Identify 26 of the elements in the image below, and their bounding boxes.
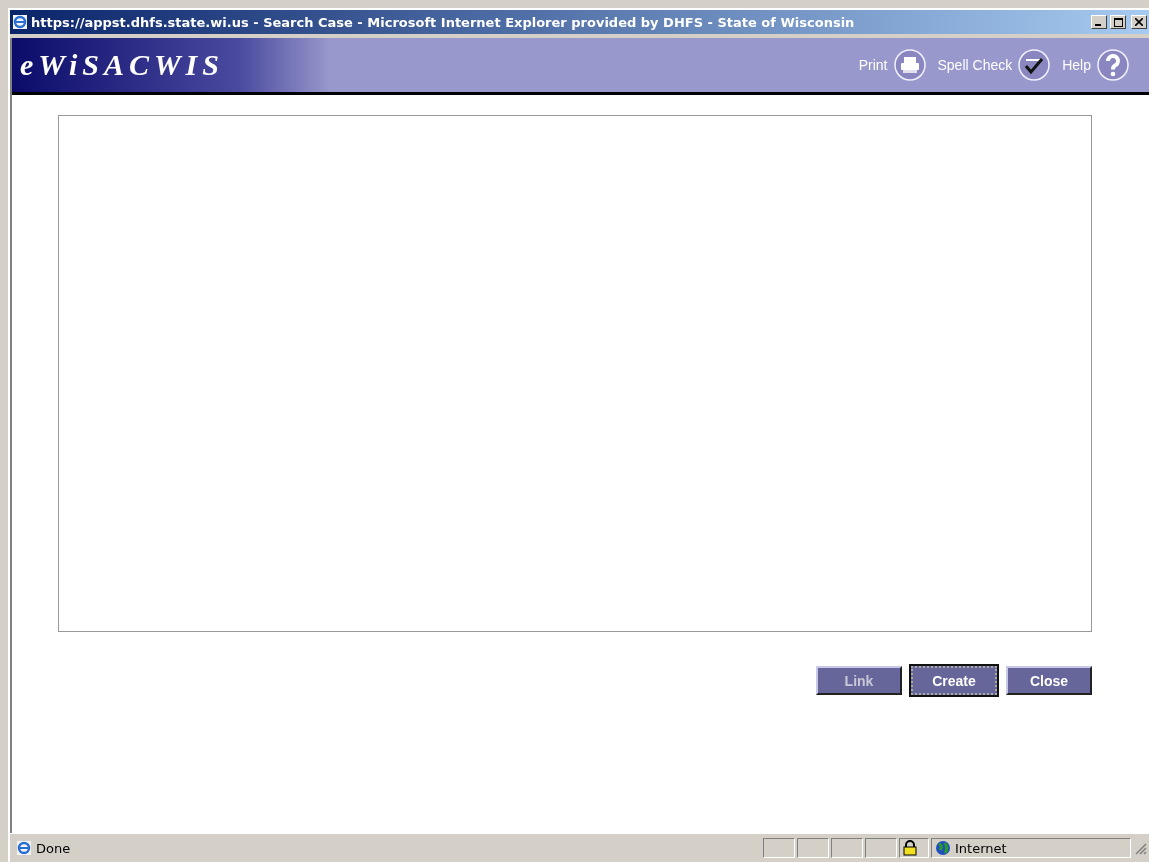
maximize-icon [1113, 17, 1123, 27]
status-pane [797, 838, 829, 858]
globe-icon [935, 840, 951, 856]
status-pane [831, 838, 863, 858]
spell-check-icon[interactable] [1018, 49, 1051, 81]
resize-grip-icon [1133, 841, 1147, 855]
maximize-button[interactable] [1110, 15, 1126, 29]
status-text: Done [36, 840, 71, 856]
help-icon[interactable] [1097, 49, 1129, 81]
status-pane [763, 838, 795, 858]
minimize-button[interactable] [1091, 15, 1107, 29]
action-button[interactable]: Create [911, 666, 997, 695]
security-zone: Internet [955, 840, 1007, 856]
lock-icon [903, 840, 917, 856]
toolbar-link[interactable]: Spell Check [937, 57, 1013, 73]
close-window-button[interactable] [1131, 15, 1147, 29]
window-title: https://appst.dhfs.state.wi.us - Search Case - Microsoft Internet Explorer provided by DHFS - State of Wisconsin [31, 14, 856, 30]
printer-icon[interactable] [893, 49, 926, 81]
close-icon [1135, 18, 1143, 26]
app-logo: eWiSACWIS [20, 48, 224, 82]
toolbar-link[interactable]: Help [1062, 57, 1091, 73]
page-icon [16, 840, 32, 856]
action-button[interactable]: Close [1006, 666, 1092, 695]
status-pane [865, 838, 897, 858]
toolbar-link[interactable]: Print [858, 57, 888, 73]
browser-icon [12, 14, 28, 30]
